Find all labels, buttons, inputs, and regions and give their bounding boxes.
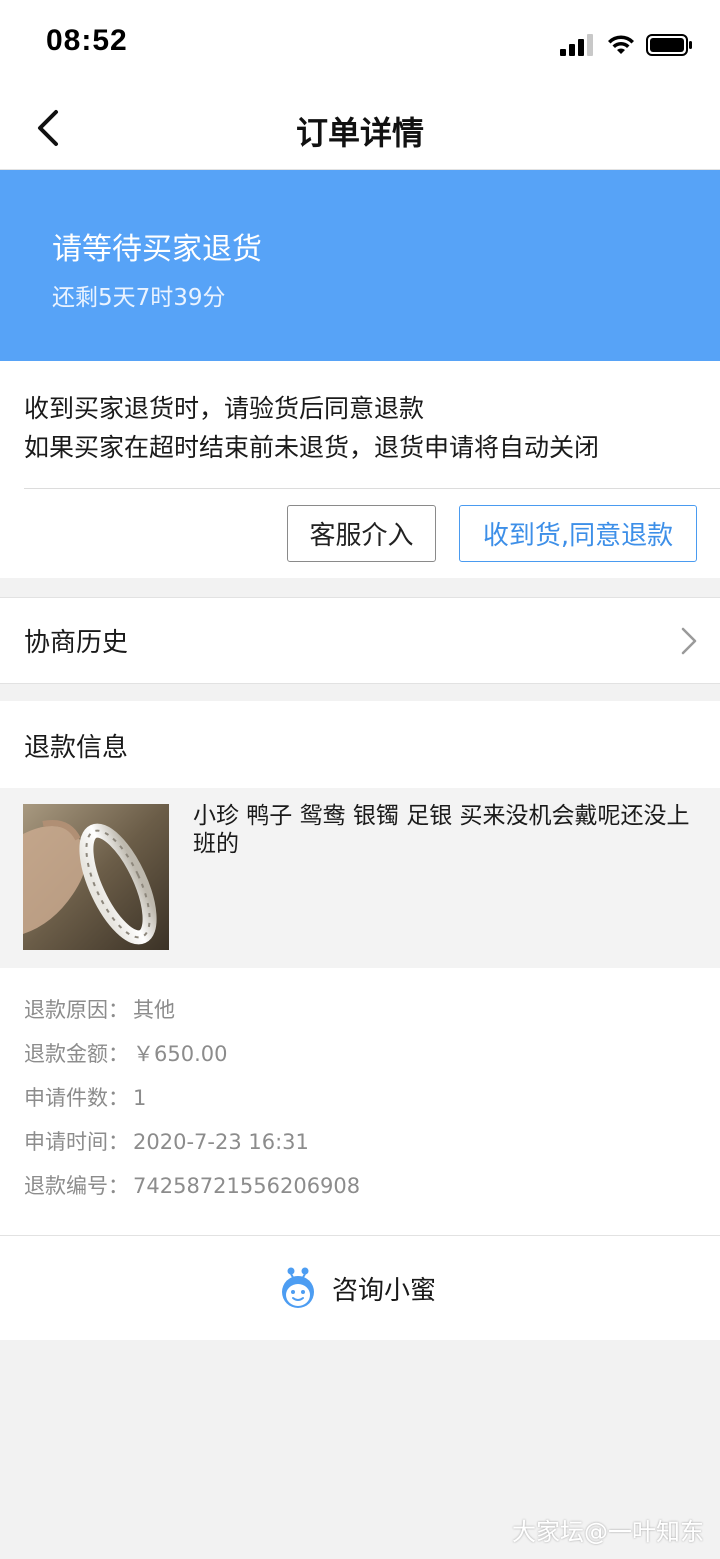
watermark: 大家坛@一叶知东 <box>512 1518 704 1546</box>
banner-title: 请等待买家退货 <box>52 232 262 267</box>
detail-value: ￥650.00 <box>133 1042 228 1066</box>
screen: 08:52 订单详情 请等待买家退货 还剩5天7时39分 收到买家退货时，请验货… <box>0 0 720 1559</box>
bangle-photo <box>23 804 169 950</box>
consult-inner: 咨询小蜜 <box>278 1266 436 1310</box>
banner-countdown: 还剩5天7时39分 <box>52 285 226 311</box>
notice-line-1: 收到买家退货时，请验货后同意退款 <box>24 394 425 423</box>
status-banner: 请等待买家退货 还剩5天7时39分 <box>0 170 720 361</box>
detail-label: 退款金额： <box>24 1042 129 1066</box>
detail-label: 退款原因： <box>24 998 129 1022</box>
detail-value: 74258721556206908 <box>133 1174 361 1198</box>
nav-bar: 订单详情 <box>0 88 720 170</box>
detail-row-time: 申请时间： 2020-7-23 16:31 <box>24 1126 309 1156</box>
chevron-right-icon <box>681 627 697 655</box>
detail-value: 1 <box>133 1086 147 1110</box>
refund-info-title: 退款信息 <box>24 733 129 763</box>
detail-row-number: 退款编号： 74258721556206908 <box>24 1170 360 1200</box>
detail-label: 申请时间： <box>24 1130 129 1154</box>
refund-details: 退款原因： 其他 退款金额： ￥650.00 申请件数： 1 申请时间： 2020-7-… <box>0 968 720 1235</box>
negotiation-history-row[interactable]: 协商历史 <box>0 597 720 684</box>
battery-icon <box>646 34 692 56</box>
cellular-signal-icon <box>560 34 593 56</box>
agree-refund-button[interactable]: 收到货,同意退款 <box>459 505 697 562</box>
detail-row-reason: 退款原因： 其他 <box>24 994 175 1024</box>
product-card[interactable]: 小珍 鸭子 鸳鸯 银镯 足银 买来没机会戴呢还没上班的 <box>0 788 720 968</box>
status-bar: 08:52 <box>0 0 720 88</box>
notice-line-2: 如果买家在超时结束前未退货，退货申请将自动关闭 <box>24 433 600 462</box>
assistant-face-icon <box>282 1267 314 1308</box>
detail-row-amount: 退款金额： ￥650.00 <box>24 1038 227 1068</box>
detail-label: 退款编号： <box>24 1174 129 1198</box>
detail-value: 其他 <box>133 998 175 1022</box>
consult-label: 咨询小蜜 <box>332 1275 437 1306</box>
product-title: 小珍 鸭子 鸳鸯 银镯 足银 买来没机会戴呢还没上班的 <box>193 803 690 857</box>
detail-row-quantity: 申请件数： 1 <box>24 1082 146 1112</box>
product-image <box>23 804 169 950</box>
wifi-icon <box>608 35 634 54</box>
customer-service-button[interactable]: 客服介入 <box>287 505 436 562</box>
refund-info-header: 退款信息 <box>0 701 720 788</box>
divider <box>24 488 720 489</box>
detail-label: 申请件数： <box>24 1086 129 1110</box>
detail-value: 2020-7-23 16:31 <box>133 1130 309 1154</box>
page-title: 订单详情 <box>295 114 424 152</box>
notice-card: 收到买家退货时，请验货后同意退款 如果买家在超时结束前未退货，退货申请将自动关闭… <box>0 361 720 578</box>
history-label: 协商历史 <box>24 628 129 658</box>
status-time: 08:52 <box>46 24 128 57</box>
status-icons <box>560 32 694 58</box>
consult-assistant-button[interactable]: 咨询小蜜 <box>0 1235 720 1340</box>
